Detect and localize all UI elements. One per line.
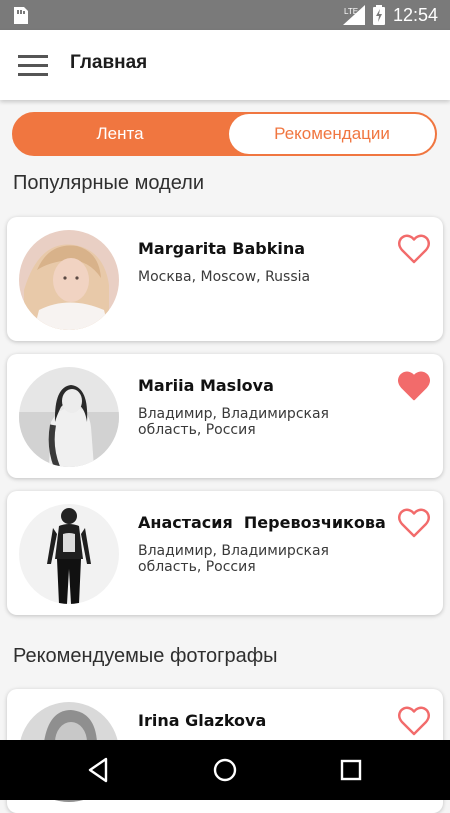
back-icon[interactable] (84, 755, 114, 785)
status-bar: LTE 12:54 (0, 0, 450, 30)
section-title-popular-models: Популярные модели (13, 172, 205, 194)
segmented-tabs: Лента Рекомендации (12, 112, 437, 156)
model-card[interactable]: Margarita Babkina Москва, Moscow, Russia (7, 217, 443, 341)
network-type-label: LTE (344, 7, 358, 16)
app-bar: Главная (0, 30, 450, 100)
tab-recommendations[interactable]: Рекомендации (229, 114, 435, 154)
heart-outline-icon[interactable] (397, 507, 431, 539)
model-card[interactable]: Mariia Maslova Владимир, Владимирская об… (7, 354, 443, 478)
signal-icon: LTE (342, 5, 365, 25)
model-name: Анастасия Перевозчикова (138, 513, 386, 532)
heart-outline-icon[interactable] (397, 705, 431, 737)
avatar (19, 367, 119, 467)
model-name: Mariia Maslova (138, 376, 274, 395)
model-location: Владимир, Владимирская область, Россия (138, 406, 329, 438)
model-card[interactable]: Анастасия Перевозчикова Владимир, Владим… (7, 491, 443, 615)
battery-charging-icon (372, 5, 385, 25)
model-name: Margarita Babkina (138, 239, 306, 258)
hamburger-menu-icon[interactable] (18, 52, 48, 78)
page-title: Главная (70, 52, 148, 73)
heart-filled-icon[interactable] (397, 370, 431, 402)
avatar (19, 504, 119, 604)
avatar (19, 230, 119, 330)
sim-card-icon (14, 7, 28, 24)
system-navigation-bar (0, 740, 450, 800)
heart-outline-icon[interactable] (397, 233, 431, 265)
tab-feed[interactable]: Лента (14, 114, 226, 154)
model-location: Владимир, Владимирская область, Россия (138, 543, 329, 575)
status-time: 12:54 (392, 4, 438, 25)
home-icon[interactable] (210, 755, 240, 785)
model-location: Москва, Moscow, Russia (138, 269, 311, 285)
section-title-photographers: Рекомендуемые фотографы (13, 645, 278, 667)
recents-icon[interactable] (336, 755, 366, 785)
photographer-name: Irina Glazkova (138, 711, 267, 730)
